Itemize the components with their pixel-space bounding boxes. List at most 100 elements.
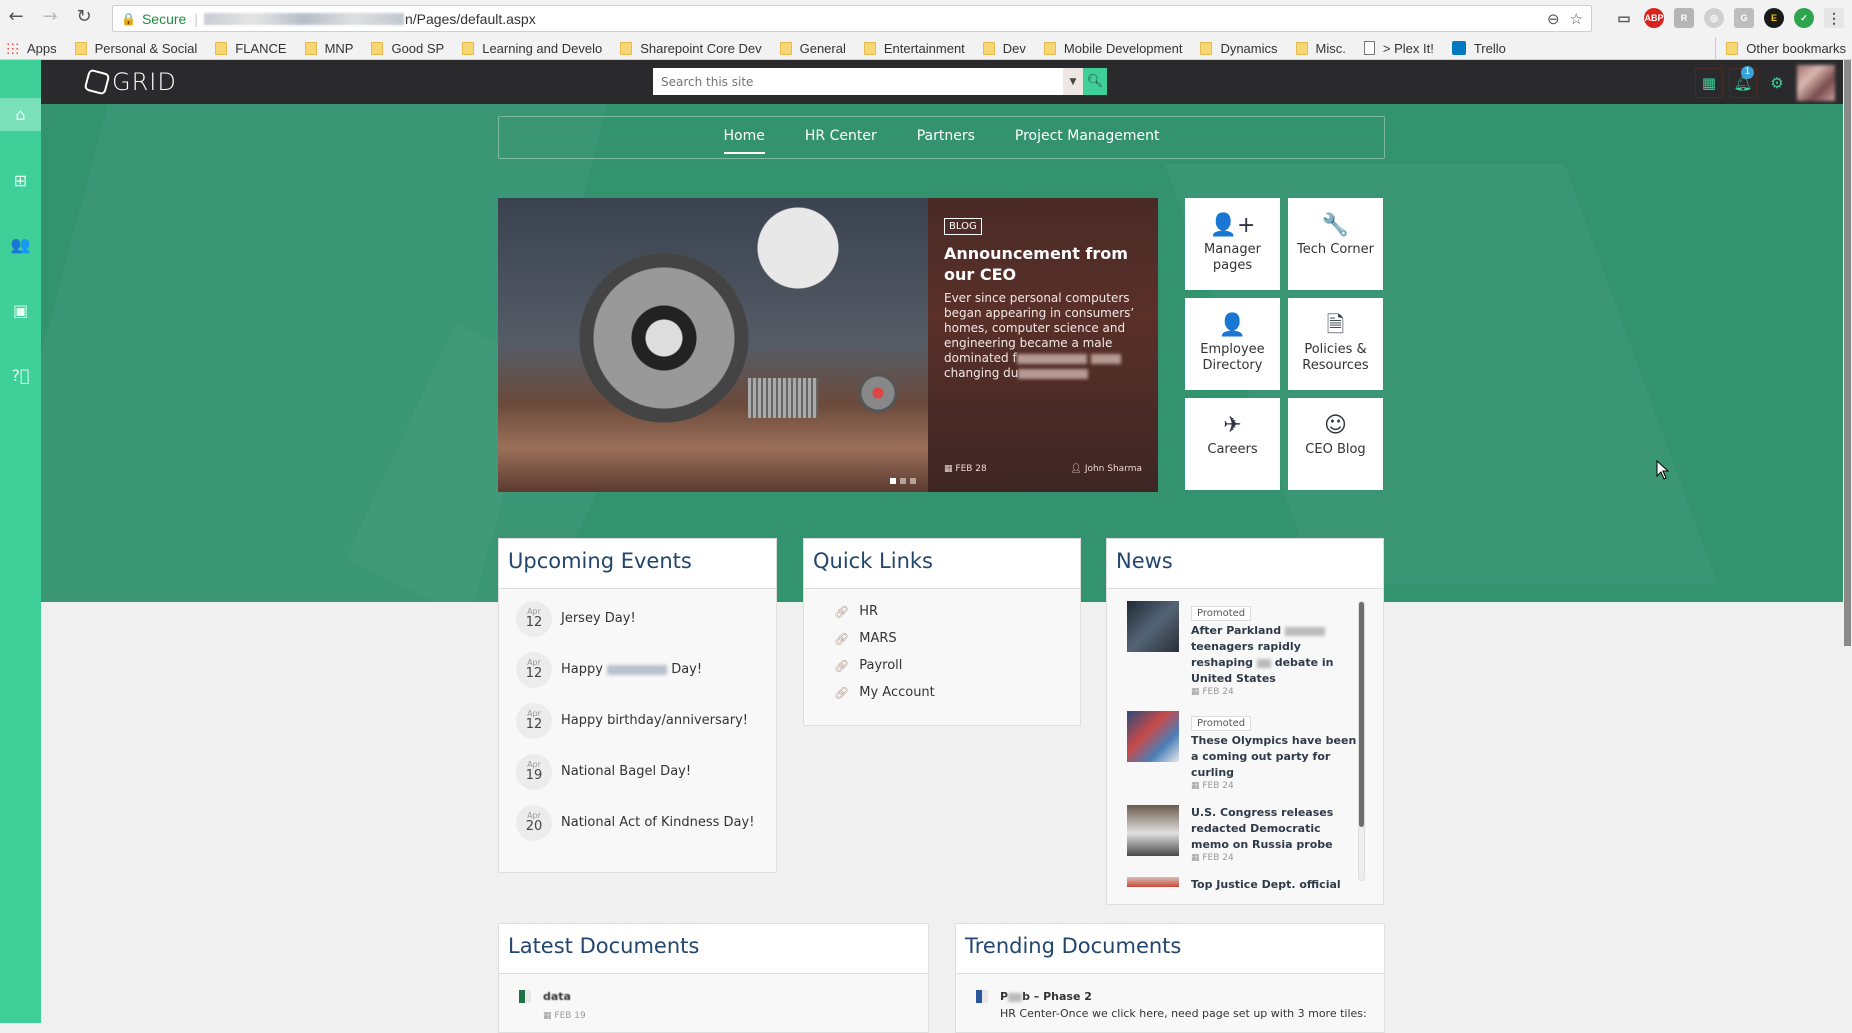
back-icon[interactable]: ← [6,6,26,27]
tile-tech-corner[interactable]: 🔧 Tech Corner [1288,198,1383,290]
search-input[interactable] [653,68,1063,95]
shield-extension-icon[interactable]: ◎ [1704,8,1724,28]
url-redacted [203,12,404,25]
user-avatar[interactable] [1797,65,1835,101]
quick-link-label[interactable]: HR [859,604,878,619]
bookmark-mobile-development[interactable]: Mobile Development [1043,41,1182,56]
bookmark-flance[interactable]: FLANCE [215,41,287,56]
event-item[interactable]: Apr 12 Happy Day! [499,644,776,695]
event-title[interactable]: National Bagel Day! [561,764,691,779]
document-item[interactable]: Pb – Phase 2 HR Center-Once we click her… [956,974,1384,1020]
quick-tiles: 👤+ Manager pages 🔧 Tech Corner 👤 Employee Dir… [1185,198,1383,490]
e-extension-icon[interactable]: E [1764,8,1784,28]
news-headline[interactable]: After Parkland teenagers rapidly reshapi… [1191,623,1357,687]
bookmark-general[interactable]: General [779,41,846,56]
bookmark-personal-social[interactable]: Personal & Social [74,41,197,56]
search-button[interactable]: 🔍︎ [1083,68,1107,95]
event-item[interactable]: Apr 12 Jersey Day! [499,593,776,644]
news-text: Promoted After Parkland teenagers rapidly… [1191,601,1357,697]
grid-logo[interactable]: GRID [83,68,177,96]
bookmark-mnp[interactable]: MNP [304,41,353,56]
reload-icon[interactable]: ↻ [74,6,94,27]
tile-careers[interactable]: ✈ Careers [1185,398,1280,490]
event-title[interactable]: Happy birthday/anniversary! [561,713,748,728]
quick-link-label[interactable]: Payroll [859,658,902,673]
bookmark-star-icon[interactable]: ☆ [1570,10,1583,28]
event-day: 12 [525,666,543,681]
nav-home[interactable]: Home [723,128,766,154]
event-title[interactable]: National Act of Kindness Day! [561,815,754,830]
carousel-dot[interactable] [910,478,916,484]
settings-button[interactable]: ⚙ [1763,68,1791,98]
nav-hr-center[interactable]: HR Center [805,128,877,148]
bookmark-plex-it[interactable]: > Plex It! [1363,41,1434,56]
event-item[interactable]: Apr 19 National Bagel Day! [499,746,776,797]
sidebar-sitemap[interactable]: ⊞ [0,164,41,197]
nav-partners[interactable]: Partners [917,128,975,148]
featured-carousel[interactable]: BLOG Announcement from our CEO Ever sinc… [498,198,1158,492]
sidebar-help[interactable]: ?⃝ [0,359,41,392]
carousel-dot[interactable] [900,478,906,484]
forward-icon[interactable]: → [40,6,60,27]
quick-link-label[interactable]: MARS [859,631,896,646]
quick-link-label[interactable]: My Account [859,685,935,700]
news-headline[interactable]: U.S. Congress releases redacted Democrat… [1191,805,1357,853]
event-title[interactable]: Jersey Day! [561,611,636,626]
top-navigation: Home HR Center Partners Project Management [498,116,1385,159]
document-item[interactable]: data ▦ FEB 19 [499,974,928,1021]
abp-extension-icon[interactable]: ABP [1644,8,1664,28]
news-headline[interactable]: These Olympics have been a coming out pa… [1191,733,1357,781]
tile-policies-resources[interactable]: 🗎 Policies & Resources [1288,298,1383,390]
search-scope-dropdown[interactable]: ▼ [1063,68,1083,95]
zoom-icon[interactable]: ⊖ [1547,10,1560,28]
tile-manager-pages[interactable]: 👤+ Manager pages [1185,198,1280,290]
news-date: ▦ FEB 24 [1191,781,1234,791]
news-item[interactable]: U.S. Congress releases redacted Democrat… [1127,805,1357,863]
bookmark-learning-and-develo[interactable]: Learning and Develo [462,41,602,56]
r-extension-icon[interactable]: R [1674,8,1694,28]
bookmark-misc[interactable]: Misc. [1295,41,1346,56]
g-extension-icon[interactable]: G [1734,8,1754,28]
news-thumbnail[interactable] [1127,877,1179,887]
bookmark-entertainment[interactable]: Entertainment [863,41,965,56]
quick-link-hr[interactable]: 🔗︎ HR [804,598,1080,625]
carousel-dot[interactable] [890,478,896,484]
bookmark-trello[interactable]: Trello [1451,41,1506,56]
bookmark-dynamics[interactable]: Dynamics [1200,41,1278,56]
other-bookmarks[interactable]: Other bookmarks [1715,37,1846,59]
quick-link-mars[interactable]: 🔗︎ MARS [804,625,1080,652]
bookmark-dev[interactable]: Dev [982,41,1026,56]
carousel-title[interactable]: Announcement from our CEO [944,243,1142,285]
tile-ceo-blog[interactable]: ☺ CEO Blog [1288,398,1383,490]
event-item[interactable]: Apr 12 Happy birthday/anniversary! [499,695,776,746]
check-extension-icon[interactable]: ✓ [1794,8,1814,28]
bookmark-apps[interactable]: Apps [6,41,57,56]
news-thumbnail[interactable] [1127,601,1179,652]
sidebar-people[interactable]: 👥 [0,228,41,261]
news-scrollbar[interactable] [1358,601,1365,881]
quick-link-my-account[interactable]: 🔗︎ My Account [804,679,1080,706]
sidebar-home[interactable]: ⌂ [0,98,41,131]
scrollbar-thumb[interactable] [1844,60,1851,646]
news-headline[interactable]: Top Justice Dept. official [1191,877,1357,891]
news-thumbnail[interactable] [1127,711,1179,762]
bookmark-good-sp[interactable]: Good SP [371,41,444,56]
sidebar-image[interactable]: ▣ [0,294,41,327]
address-bar[interactable]: 🔒 Secure | n/Pages/default.aspx ⊖ ☆ [112,5,1592,32]
news-item[interactable]: Promoted These Olympics have been a comin… [1127,711,1357,791]
notifications-button[interactable]: 🔔︎ 1 [1729,66,1757,98]
news-thumbnail[interactable] [1127,805,1179,856]
nav-project-management[interactable]: Project Management [1015,128,1160,148]
cast-icon[interactable]: ▭ [1614,8,1634,28]
app-launcher-button[interactable]: ▦ [1695,68,1723,98]
news-item[interactable]: Top Justice Dept. official [1127,877,1357,891]
page-scrollbar[interactable] [1843,60,1852,1023]
event-title[interactable]: Happy Day! [561,662,702,677]
event-item[interactable]: Apr 20 National Act of Kindness Day! [499,797,776,848]
news-item[interactable]: Promoted After Parkland teenagers rapidly… [1127,601,1357,697]
tile-employee-directory[interactable]: 👤 Employee Directory [1185,298,1280,390]
tile-label: Manager pages [1204,242,1261,273]
quick-link-payroll[interactable]: 🔗︎ Payroll [804,652,1080,679]
menu-icon[interactable]: ⋮ [1824,8,1844,28]
bookmark-sharepoint-core-dev[interactable]: Sharepoint Core Dev [620,41,762,56]
